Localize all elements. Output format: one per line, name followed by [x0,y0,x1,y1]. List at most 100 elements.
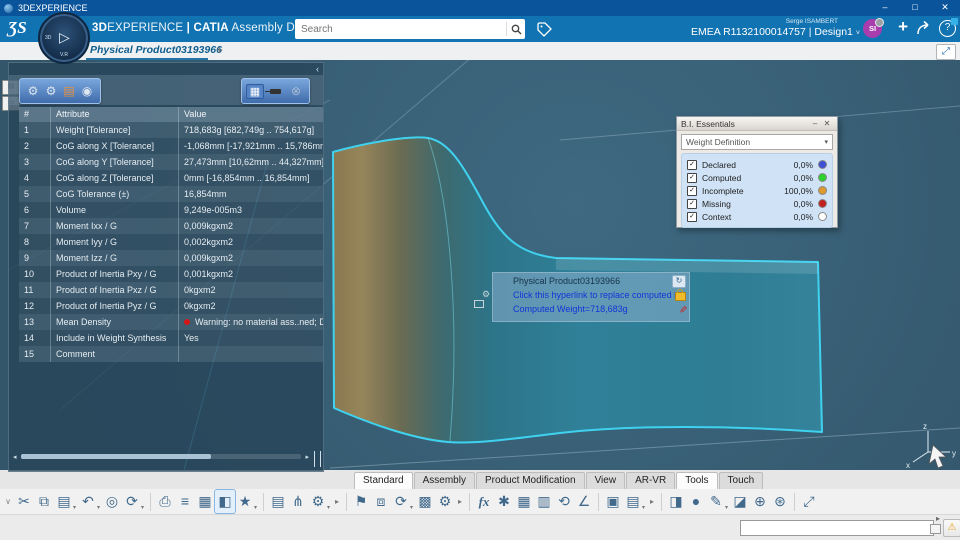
model-refresh-icon[interactable]: ⟲ [554,490,574,513]
undo-icon[interactable]: ↶ [78,490,100,520]
workspace-selector[interactable]: EMEA R1132100014757 | Design1 ˅ [691,26,860,38]
add-content-button[interactable]: + [898,17,908,37]
panel-collapse-icon[interactable]: ‹ [316,64,319,74]
world-options-icon[interactable]: ◉ [78,84,96,98]
table-row[interactable]: 2 CoG along X [Tolerance] -1,068mm [-17,… [19,138,323,154]
bi-close-icon[interactable]: ✕ [821,119,833,128]
eraser-icon[interactable]: ◪ [730,490,750,513]
search-icon[interactable] [506,22,525,36]
tag-icon[interactable] [536,21,553,43]
bi-mode-select[interactable]: Weight Definition ▾ [681,134,833,150]
table-row[interactable]: 15 Comment [19,346,323,362]
report-options-icon[interactable]: ≡ [175,490,195,513]
3d-compass[interactable]: ▷ V.R 3D [38,12,90,64]
update-icon[interactable]: ⟳ [122,490,144,520]
fit-all-icon[interactable]: ⤢ [799,490,819,513]
table-row[interactable]: 11 Product of Inertia Pxz / G 0kgxm2 [19,282,323,298]
command-input[interactable] [740,520,934,536]
grid-select-icon[interactable]: ▩ [415,490,435,513]
help-icon[interactable]: ? [939,18,958,37]
table-row[interactable]: 8 Moment Iyy / G 0,002kgxm2 [19,234,323,250]
formula-icon[interactable]: fx [474,490,494,513]
Assembly[interactable]: Assembly [413,472,475,489]
scroll-right-icon[interactable]: ▸ [301,453,309,461]
search-box[interactable] [295,19,525,39]
scroll-left-icon[interactable]: ◂ [13,453,21,461]
favorites-icon[interactable]: ★ [235,490,257,520]
table-row[interactable]: 1 Weight [Tolerance] 718,683g [682,749g … [19,122,323,138]
structure-tree-icon[interactable]: ⋔ [288,490,308,513]
refresh-icon[interactable]: ⟳ [391,490,413,520]
close-panel-icon[interactable]: ⊗ [287,84,305,98]
filter-panel-icon[interactable]: ▤ [623,490,645,520]
table-row[interactable]: 13 Mean Density Warning: no material ass… [19,314,323,330]
Tools[interactable]: Tools [676,472,718,489]
table-row[interactable]: 12 Product of Inertia Pyz / G 0kgxm2 [19,298,323,314]
pin-icon[interactable] [265,88,281,94]
dashboard-icon[interactable]: ◧ [214,489,236,514]
sep[interactable] [346,492,347,511]
color-picker-icon[interactable]: ✎ [706,490,728,520]
sep[interactable] [469,492,470,511]
checkbox[interactable]: ✓ [687,211,697,222]
search-input[interactable] [295,23,506,35]
replace-computed-hyperlink[interactable]: Click this hyperlink to replace computed… [513,290,675,300]
sep[interactable] [598,492,599,511]
sep[interactable] [263,492,264,511]
update-icon[interactable]: ↻ [672,274,686,288]
View[interactable]: View [585,472,626,489]
restore-viewport-icon[interactable]: ⤢ [936,44,956,60]
table-view-icon[interactable]: ▦ [246,83,264,99]
horizontal-scrollbar[interactable]: ◂ ▸ [13,452,309,461]
computed-weight-value[interactable]: Computed Weight=718,683g [513,304,678,314]
preview-icon[interactable]: ◎ [102,490,122,513]
table-row[interactable]: 14 Include in Weight Synthesis Yes [19,330,323,346]
layers-icon[interactable]: ⧈ [371,490,391,513]
box-settings-icon[interactable]: ⚙ [435,490,455,513]
copy-icon[interactable]: ⧉ [34,490,54,513]
scroll-track[interactable] [21,454,301,459]
sep[interactable] [661,492,662,511]
Product Modification[interactable]: Product Modification [475,472,585,489]
table-row[interactable]: 7 Moment Ixx / G 0,009kgxm2 [19,218,323,234]
checkbox[interactable]: ✓ [687,198,697,209]
warning-icon[interactable]: ⚠ [943,519,960,537]
table-options-icon[interactable]: ▥ [534,490,554,513]
add-material-icon[interactable]: ⊕ [750,490,770,513]
Touch[interactable]: Touch [718,472,764,489]
table-row[interactable]: 6 Volume 9,249e-005m3 [19,202,323,218]
table-row[interactable]: 10 Product of Inertia Pxy / G 0,001kgxm2 [19,266,323,282]
sep[interactable] [794,492,795,511]
status-mini-icon[interactable] [930,524,941,534]
toolbar-collapse-icon[interactable]: ∨ [2,490,14,513]
material-sphere-icon[interactable]: ● [686,490,706,513]
sep[interactable] [150,492,151,511]
specification-list-icon[interactable]: ▤ [268,490,288,513]
design-table-icon[interactable]: ▦ [514,490,534,513]
share-icon[interactable] [916,20,934,41]
checkbox[interactable]: ✓ [687,185,697,196]
more-icon[interactable]: ▸ [332,490,342,513]
minimize-button[interactable]: – [870,0,900,16]
new-tab-button[interactable]: + [216,43,223,57]
close-button[interactable]: ✕ [930,0,960,16]
wand-icon[interactable]: ✱ [494,490,514,513]
status-light-icon[interactable]: ▣ [603,490,623,513]
scroll-thumb[interactable] [21,454,212,459]
panel-resize-handle[interactable] [314,451,321,467]
measure-angle-icon[interactable]: ∠ [574,490,594,513]
paste-icon[interactable]: ▤ [54,490,76,520]
more-icon[interactable]: ▸ [647,490,657,513]
table-row[interactable]: 3 CoG along Y [Tolerance] 27,473mm [10,6… [19,154,323,170]
component-options-icon[interactable]: ⚙ [308,490,330,520]
checkbox[interactable]: ✓ [687,159,697,170]
update-gear-icon[interactable]: ⚙ [24,84,42,98]
print-options-icon[interactable]: ⎙ [155,490,175,513]
table-row[interactable]: 4 CoG along Z [Tolerance] 0mm [-16,854mm… [19,170,323,186]
more-icon[interactable]: ▸ [455,490,465,513]
export-document-icon[interactable]: ▤ [60,84,78,98]
bi-minimize-icon[interactable]: – [809,119,821,128]
AR-VR[interactable]: AR-VR [626,472,676,489]
avatar[interactable]: SI [863,18,884,38]
table-row[interactable]: 5 CoG Tolerance (±) 16,854mm [19,186,323,202]
